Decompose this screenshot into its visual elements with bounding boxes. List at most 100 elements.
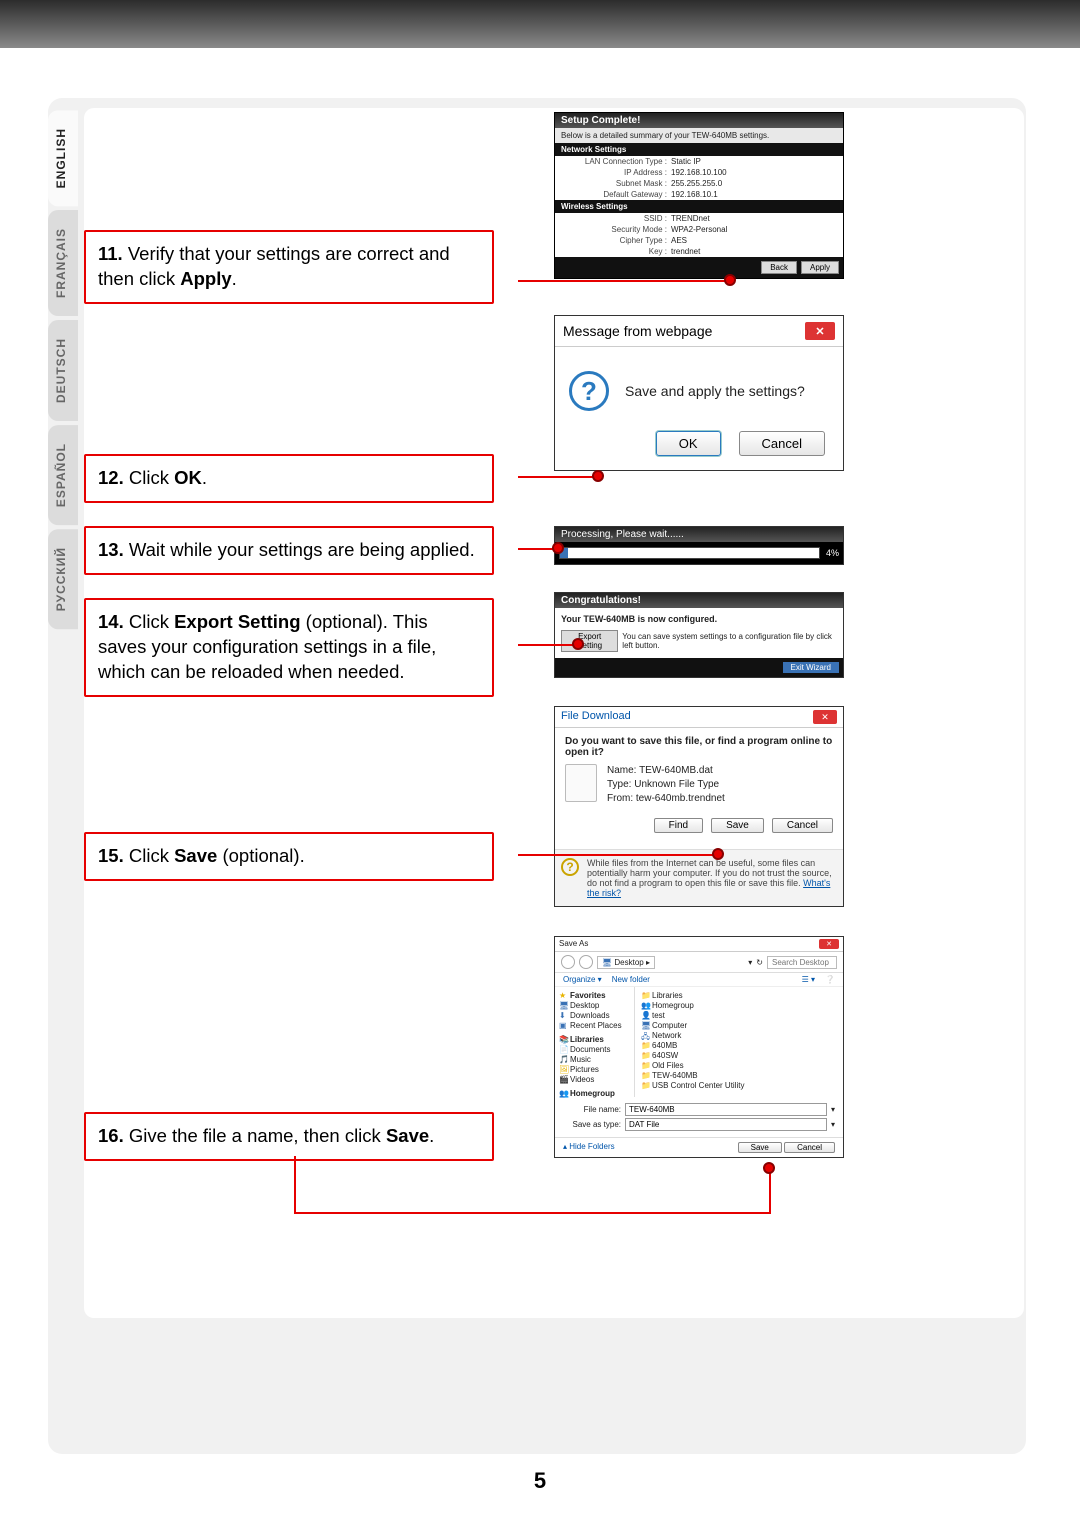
lang-tab-russkiy[interactable]: РУССКИЙ bbox=[48, 529, 78, 629]
name-label: Name: bbox=[607, 765, 636, 776]
item-test[interactable]: test bbox=[652, 1011, 665, 1020]
gw-value: 192.168.10.1 bbox=[671, 190, 718, 199]
nav-fwd-icon[interactable] bbox=[579, 955, 593, 969]
nav-downloads[interactable]: Downloads bbox=[570, 1011, 610, 1020]
folder-view: 📁Libraries 👥Homegroup 👤test 🖥Computer 🖧N… bbox=[635, 987, 843, 1097]
lang-tab-francais[interactable]: FRANÇAIS bbox=[48, 210, 78, 316]
file-download-title: File Download bbox=[561, 710, 631, 724]
cipher-label: Cipher Type : bbox=[561, 236, 671, 245]
location-path[interactable]: Desktop ▸ bbox=[614, 958, 650, 967]
back-button[interactable]: Back bbox=[761, 261, 797, 274]
wireless-settings-header: Wireless Settings bbox=[555, 200, 843, 213]
screenshot-congratulations: Congratulations! Your TEW-640MB is now c… bbox=[554, 592, 844, 678]
top-gradient-bar bbox=[0, 0, 1080, 48]
save-button[interactable]: Save bbox=[711, 818, 764, 833]
mask-value: 255.255.255.0 bbox=[671, 179, 722, 188]
key-label: Key : bbox=[561, 247, 671, 256]
step-14-num: 14. bbox=[98, 611, 124, 632]
search-input[interactable] bbox=[767, 956, 837, 969]
export-setting-button[interactable]: Export Setting bbox=[561, 630, 618, 652]
download-question: Do you want to save this file, or find a… bbox=[565, 736, 833, 758]
network-settings-header: Network Settings bbox=[555, 143, 843, 156]
connector-dot bbox=[724, 274, 736, 286]
save-button[interactable]: Save bbox=[738, 1142, 782, 1153]
language-tab-strip: ENGLISH FRANÇAIS DEUTSCH ESPAÑOL РУССКИЙ bbox=[48, 110, 80, 634]
screenshot-setup-complete: Setup Complete! Below is a detailed summ… bbox=[554, 112, 844, 279]
item-640mb[interactable]: 640MB bbox=[652, 1041, 677, 1050]
item-usb-utility[interactable]: USB Control Center Utility bbox=[652, 1081, 744, 1090]
view-icons-icon[interactable]: ☰ ▾ bbox=[802, 975, 815, 984]
step-12-num: 12. bbox=[98, 467, 124, 488]
nav-recent[interactable]: Recent Places bbox=[570, 1021, 622, 1030]
setup-complete-title: Setup Complete! bbox=[555, 113, 843, 128]
lang-tab-english[interactable]: ENGLISH bbox=[48, 110, 78, 206]
warning-text: While files from the Internet can be use… bbox=[587, 858, 832, 888]
new-folder-button[interactable]: New folder bbox=[612, 975, 650, 984]
connector-line bbox=[518, 476, 598, 478]
nav-desktop[interactable]: Desktop bbox=[570, 1001, 599, 1010]
item-tew640mb[interactable]: TEW-640MB bbox=[652, 1071, 698, 1080]
progress-percent: 4% bbox=[820, 548, 839, 558]
apply-button[interactable]: Apply bbox=[801, 261, 839, 274]
ssid-label: SSID : bbox=[561, 214, 671, 223]
connector-line bbox=[518, 644, 578, 646]
connector-line bbox=[294, 1156, 296, 1212]
step-11-num: 11. bbox=[98, 243, 123, 264]
connector-dot bbox=[592, 470, 604, 482]
filename-input[interactable] bbox=[625, 1103, 827, 1116]
connector-line bbox=[294, 1212, 769, 1214]
lan-type-value: Static IP bbox=[671, 157, 701, 166]
item-computer[interactable]: Computer bbox=[652, 1021, 687, 1030]
exit-wizard-button[interactable]: Exit Wizard bbox=[783, 662, 839, 673]
save-as-title: Save As bbox=[559, 939, 588, 949]
nav-videos[interactable]: Videos bbox=[570, 1075, 594, 1084]
export-hint: You can save system settings to a config… bbox=[622, 632, 837, 650]
cancel-button[interactable]: Cancel bbox=[784, 1142, 835, 1153]
nav-pictures[interactable]: Pictures bbox=[570, 1065, 599, 1074]
ip-value: 192.168.10.100 bbox=[671, 168, 727, 177]
lan-type-label: LAN Connection Type : bbox=[561, 157, 671, 166]
connector-dot bbox=[552, 542, 564, 554]
libraries-group: Libraries bbox=[570, 1035, 604, 1044]
nav-back-icon[interactable] bbox=[561, 955, 575, 969]
connector-dot bbox=[712, 848, 724, 860]
item-oldfiles[interactable]: Old Files bbox=[652, 1061, 684, 1070]
hide-folders-link[interactable]: ▴ Hide Folders bbox=[563, 1142, 615, 1153]
step-15-text-b: (optional). bbox=[217, 845, 304, 866]
connector-line bbox=[518, 854, 718, 856]
type-label: Type: bbox=[607, 779, 631, 790]
organize-menu[interactable]: Organize ▾ bbox=[563, 975, 602, 984]
nav-documents[interactable]: Documents bbox=[570, 1045, 610, 1054]
ok-button[interactable]: OK bbox=[656, 431, 721, 456]
help-icon[interactable]: ❔ bbox=[825, 975, 835, 984]
screenshot-file-download: File Download ✕ Do you want to save this… bbox=[554, 706, 844, 907]
type-value: Unknown File Type bbox=[634, 779, 719, 790]
close-icon[interactable]: ✕ bbox=[819, 939, 839, 949]
cancel-button[interactable]: Cancel bbox=[739, 431, 825, 456]
ip-label: IP Address : bbox=[561, 168, 671, 177]
item-homegroup[interactable]: Homegroup bbox=[652, 1001, 694, 1010]
step-16-box: 16. Give the file a name, then click Sav… bbox=[84, 1112, 494, 1161]
close-icon[interactable]: ✕ bbox=[813, 710, 837, 724]
key-value: trendnet bbox=[671, 247, 700, 256]
lang-tab-deutsch[interactable]: DEUTSCH bbox=[48, 320, 78, 421]
cancel-button[interactable]: Cancel bbox=[772, 818, 833, 833]
msgbox-message: Save and apply the settings? bbox=[625, 383, 805, 399]
configured-text: Your TEW-640MB is now configured. bbox=[561, 614, 837, 624]
find-button[interactable]: Find bbox=[654, 818, 703, 833]
sec-label: Security Mode : bbox=[561, 225, 671, 234]
close-icon[interactable]: ✕ bbox=[805, 322, 835, 340]
item-network[interactable]: Network bbox=[652, 1031, 681, 1040]
item-libraries[interactable]: Libraries bbox=[652, 991, 683, 1000]
progress-bar bbox=[559, 547, 820, 559]
from-value: tew-640mb.trendnet bbox=[636, 793, 725, 804]
setup-complete-subtitle: Below is a detailed summary of your TEW-… bbox=[555, 128, 843, 143]
item-640sw[interactable]: 640SW bbox=[652, 1051, 678, 1060]
lang-tab-espanol[interactable]: ESPAÑOL bbox=[48, 425, 78, 525]
nav-music[interactable]: Music bbox=[570, 1055, 591, 1064]
step-15-box: 15. Click Save (optional). bbox=[84, 832, 494, 881]
step-13-num: 13. bbox=[98, 539, 124, 560]
sec-value: WPA2-Personal bbox=[671, 225, 727, 234]
processing-title: Processing, Please wait...... bbox=[555, 527, 843, 542]
saveastype-input[interactable] bbox=[625, 1118, 827, 1131]
